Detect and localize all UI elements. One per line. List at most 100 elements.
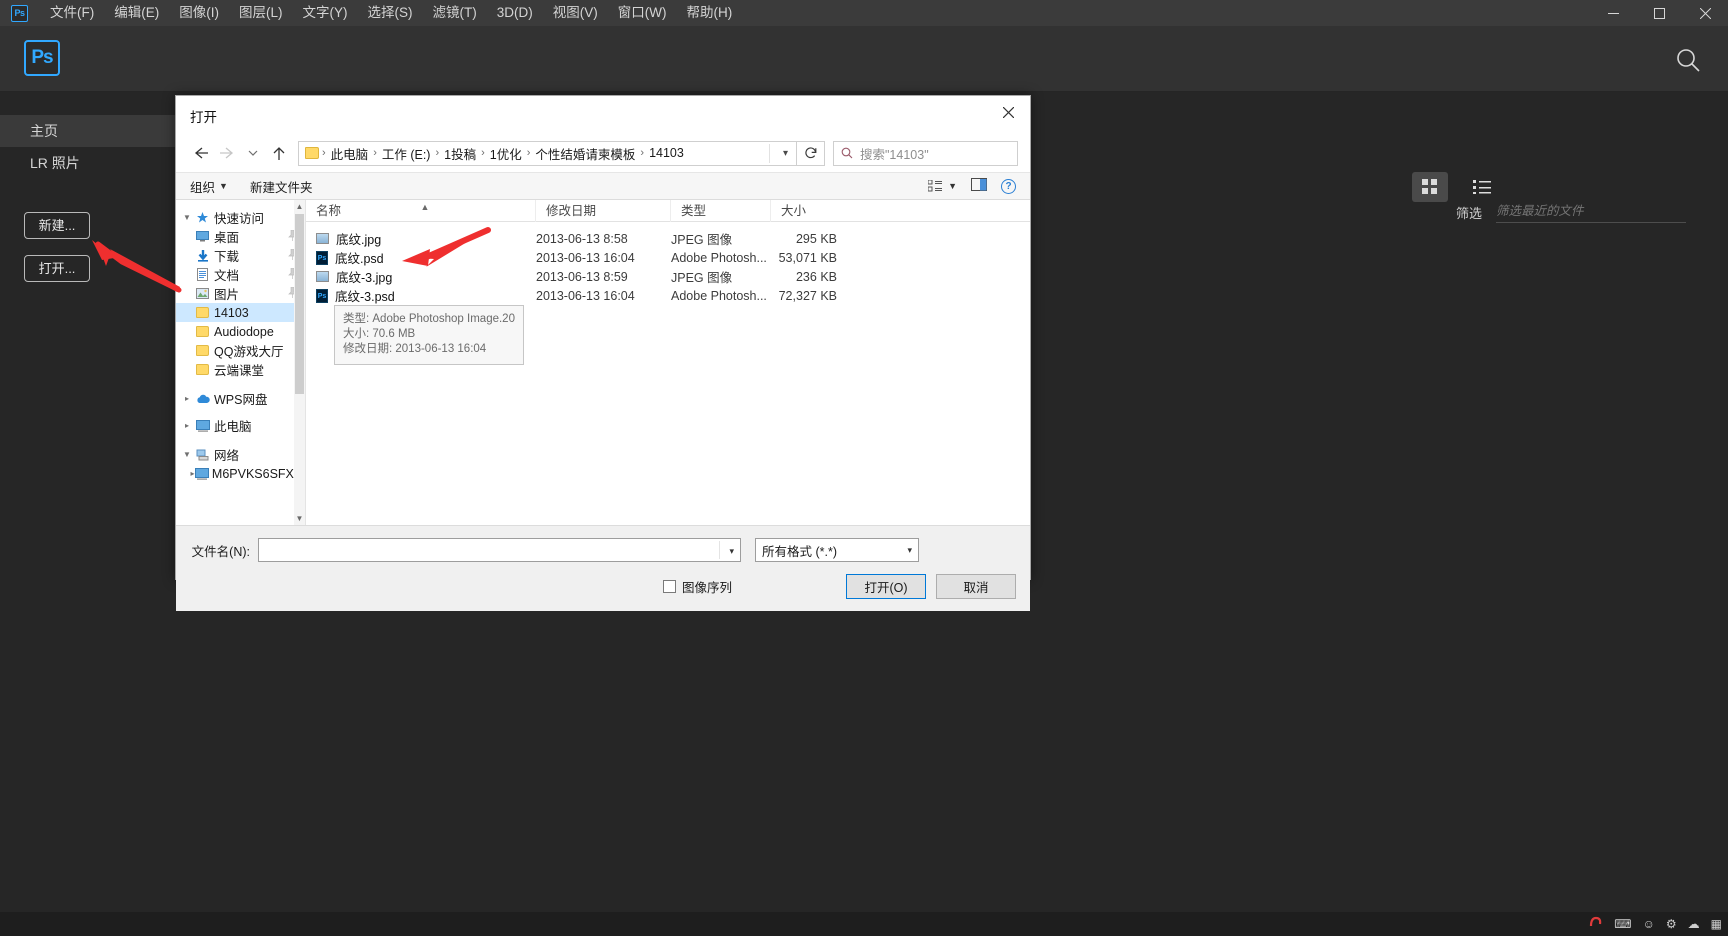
list-view-icon[interactable] <box>1464 172 1500 202</box>
column-header-label: 名称 <box>316 203 342 218</box>
view-options-icon <box>928 179 943 191</box>
network-icon <box>194 449 211 461</box>
maximize-icon[interactable] <box>1636 0 1682 26</box>
breadcrumb-item-3[interactable]: 1优化 <box>485 144 527 163</box>
column-header-type[interactable]: 类型 <box>671 199 771 222</box>
menu-select[interactable]: 选择(S) <box>358 0 423 26</box>
scrollbar-thumb[interactable] <box>295 214 304 394</box>
tree-item-quick-access[interactable]: ▼ 快速访问 <box>176 208 305 227</box>
tree-item-label: 快速访问 <box>214 212 265 226</box>
file-format-value: 所有格式 (*.*) <box>762 544 838 559</box>
tree-item-label: Audiodope <box>214 324 274 339</box>
forward-arrow-icon[interactable] <box>214 140 240 166</box>
tree-item-cloud-classroom[interactable]: 云端课堂 <box>176 360 305 379</box>
refresh-icon[interactable] <box>797 140 825 166</box>
grid-icon[interactable]: ▦ <box>1711 917 1722 931</box>
menu-filter[interactable]: 滤镜(T) <box>423 0 487 26</box>
menu-help[interactable]: 帮助(H) <box>676 0 742 26</box>
column-header-date[interactable]: 修改日期 <box>536 199 671 222</box>
close-icon[interactable] <box>1682 0 1728 26</box>
tooltip-type-line: 类型: Adobe Photoshop Image.20 <box>343 313 515 325</box>
tools-icon[interactable]: ⚙ <box>1666 917 1677 931</box>
tree-item-this-pc[interactable]: ▸ 此电脑 <box>176 416 305 435</box>
menu-type[interactable]: 文字(Y) <box>293 0 358 26</box>
breadcrumb-item-4[interactable]: 个性结婚请柬模板 <box>530 144 640 163</box>
help-icon[interactable]: ? <box>1001 178 1016 194</box>
menu-view[interactable]: 视图(V) <box>543 0 608 26</box>
smile-icon[interactable]: ☺ <box>1643 917 1655 931</box>
file-format-select[interactable]: 所有格式 (*.*) ▾ <box>755 538 919 562</box>
menu-3d[interactable]: 3D(D) <box>487 0 543 26</box>
breadcrumb-item-1[interactable]: 工作 (E:) <box>377 144 436 163</box>
twisty-expanded-icon[interactable]: ▼ <box>180 450 194 459</box>
scroll-down-icon[interactable]: ▼ <box>294 512 305 525</box>
chevron-down-icon[interactable]: ▾ <box>729 546 734 557</box>
breadcrumb-item-0[interactable]: 此电脑 <box>326 144 374 163</box>
menu-edit[interactable]: 编辑(E) <box>104 0 169 26</box>
search-box[interactable]: 搜索"14103" <box>833 140 1018 166</box>
file-name-label: 底纹-3.psd <box>335 290 395 304</box>
breadcrumb-item-5[interactable]: 14103 <box>644 146 689 160</box>
back-arrow-icon[interactable] <box>188 140 214 166</box>
filter-input[interactable] <box>1496 202 1686 223</box>
minimize-icon[interactable] <box>1590 0 1636 26</box>
file-type-cell: JPEG 图像 <box>671 233 733 247</box>
up-arrow-icon[interactable] <box>266 140 292 166</box>
tree-item-m6pvks6sfxti[interactable]: ▸ M6PVKS6SFXTI <box>176 464 305 483</box>
search-icon[interactable] <box>1674 46 1702 74</box>
open-button[interactable]: 打开... <box>24 255 90 282</box>
open-confirm-button[interactable]: 打开(O) <box>846 574 926 599</box>
breadcrumb[interactable]: › 此电脑 › 工作 (E:) › 1投稿 › 1优化 › 个性结婚请柬模板 ›… <box>298 140 797 166</box>
tree-item-audiodope[interactable]: Audiodope <box>176 322 305 341</box>
recent-locations-dropdown-icon[interactable] <box>240 140 266 166</box>
tree-item-qq-game-hall[interactable]: QQ游戏大厅 <box>176 341 305 360</box>
new-folder-button[interactable]: 新建文件夹 <box>250 177 313 196</box>
photoshop-toolbar: Ps <box>0 26 1728 92</box>
twisty-expanded-icon[interactable]: ▼ <box>180 213 194 222</box>
tree-scrollbar[interactable]: ▲ ▼ <box>294 200 305 525</box>
table-row[interactable]: Ps 底纹-3.psd 2013-06-13 16:04 Adobe Photo… <box>306 286 1030 305</box>
tree-item-documents[interactable]: 文档 <box>176 265 305 284</box>
breadcrumb-item-2[interactable]: 1投稿 <box>439 144 481 163</box>
tree-item-pictures[interactable]: 图片 <box>176 284 305 303</box>
filename-input[interactable]: ▾ <box>258 538 741 562</box>
menu-file[interactable]: 文件(F) <box>40 0 104 26</box>
dialog-close-icon[interactable] <box>986 96 1030 128</box>
view-toggle-group <box>1412 172 1500 202</box>
photoshop-logo-icon: Ps <box>11 4 28 22</box>
file-size-cell: 295 KB <box>795 231 837 246</box>
column-header-name[interactable]: 名称 ▲ <box>306 199 536 222</box>
cancel-button[interactable]: 取消 <box>936 574 1016 599</box>
image-sequence-checkbox-wrap[interactable]: 图像序列 <box>662 577 732 596</box>
tree-item-desktop[interactable]: 桌面 <box>176 227 305 246</box>
view-options-button[interactable]: ▼ <box>928 179 957 193</box>
table-row[interactable]: Ps 底纹.psd 2013-06-13 16:04 Adobe Photosh… <box>306 248 1030 267</box>
chevron-down-icon[interactable]: ▾ <box>783 148 788 159</box>
column-header-size[interactable]: 大小 <box>771 200 845 222</box>
new-button[interactable]: 新建... <box>24 212 90 239</box>
sogou-icon[interactable] <box>1589 915 1603 934</box>
twisty-collapsed-icon[interactable]: ▸ <box>180 421 194 430</box>
preview-pane-button[interactable] <box>971 178 987 194</box>
desktop-icon <box>194 231 211 242</box>
folder-icon <box>194 307 211 318</box>
menu-window[interactable]: 窗口(W) <box>608 0 677 26</box>
organize-button[interactable]: 组织 ▼ <box>190 177 228 196</box>
cloud-icon[interactable]: ☁ <box>1688 917 1700 931</box>
grid-view-icon[interactable] <box>1412 172 1448 202</box>
keyboard-icon[interactable]: ⌨ <box>1614 917 1631 931</box>
image-sequence-checkbox[interactable] <box>662 580 676 593</box>
search-placeholder: 搜索"14103" <box>860 147 929 162</box>
menu-image[interactable]: 图像(I) <box>169 0 229 26</box>
scroll-up-icon[interactable]: ▲ <box>294 200 305 213</box>
tree-item-label: M6PVKS6SFXTI <box>211 466 305 481</box>
menu-layer[interactable]: 图层(L) <box>229 0 293 26</box>
tree-item-downloads[interactable]: 下载 <box>176 246 305 265</box>
table-row[interactable]: 底纹-3.jpg 2013-06-13 8:59 JPEG 图像 236 KB <box>306 267 1030 286</box>
tree-item-14103[interactable]: 14103 <box>176 303 305 322</box>
tree-item-network[interactable]: ▼ 网络 <box>176 445 305 464</box>
file-date-cell: 2013-06-13 16:04 <box>536 288 635 303</box>
twisty-collapsed-icon[interactable]: ▸ <box>180 394 194 403</box>
tree-item-wps-cloud[interactable]: ▸ WPS网盘 <box>176 389 305 408</box>
table-row[interactable]: 底纹.jpg 2013-06-13 8:58 JPEG 图像 295 KB <box>306 229 1030 248</box>
